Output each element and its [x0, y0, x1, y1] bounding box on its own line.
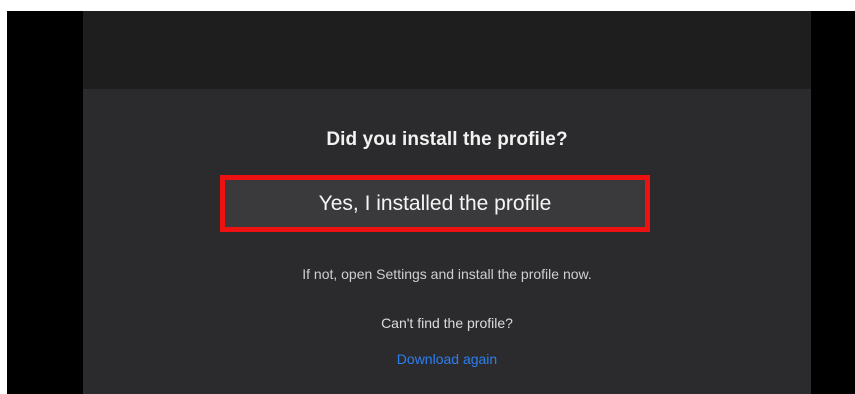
help-text: If not, open Settings and install the pr… [302, 266, 592, 282]
profile-install-dialog: Did you install the profile? Yes, I inst… [83, 89, 811, 394]
cant-find-text: Can't find the profile? [381, 315, 513, 331]
top-bar [83, 11, 811, 89]
confirm-installed-button[interactable]: Yes, I installed the profile [225, 180, 645, 227]
app-screen: Did you install the profile? Yes, I inst… [83, 11, 811, 394]
dialog-title: Did you install the profile? [326, 129, 568, 150]
download-again-link[interactable]: Download again [83, 351, 811, 367]
screenshot-frame: Did you install the profile? Yes, I inst… [7, 11, 855, 394]
